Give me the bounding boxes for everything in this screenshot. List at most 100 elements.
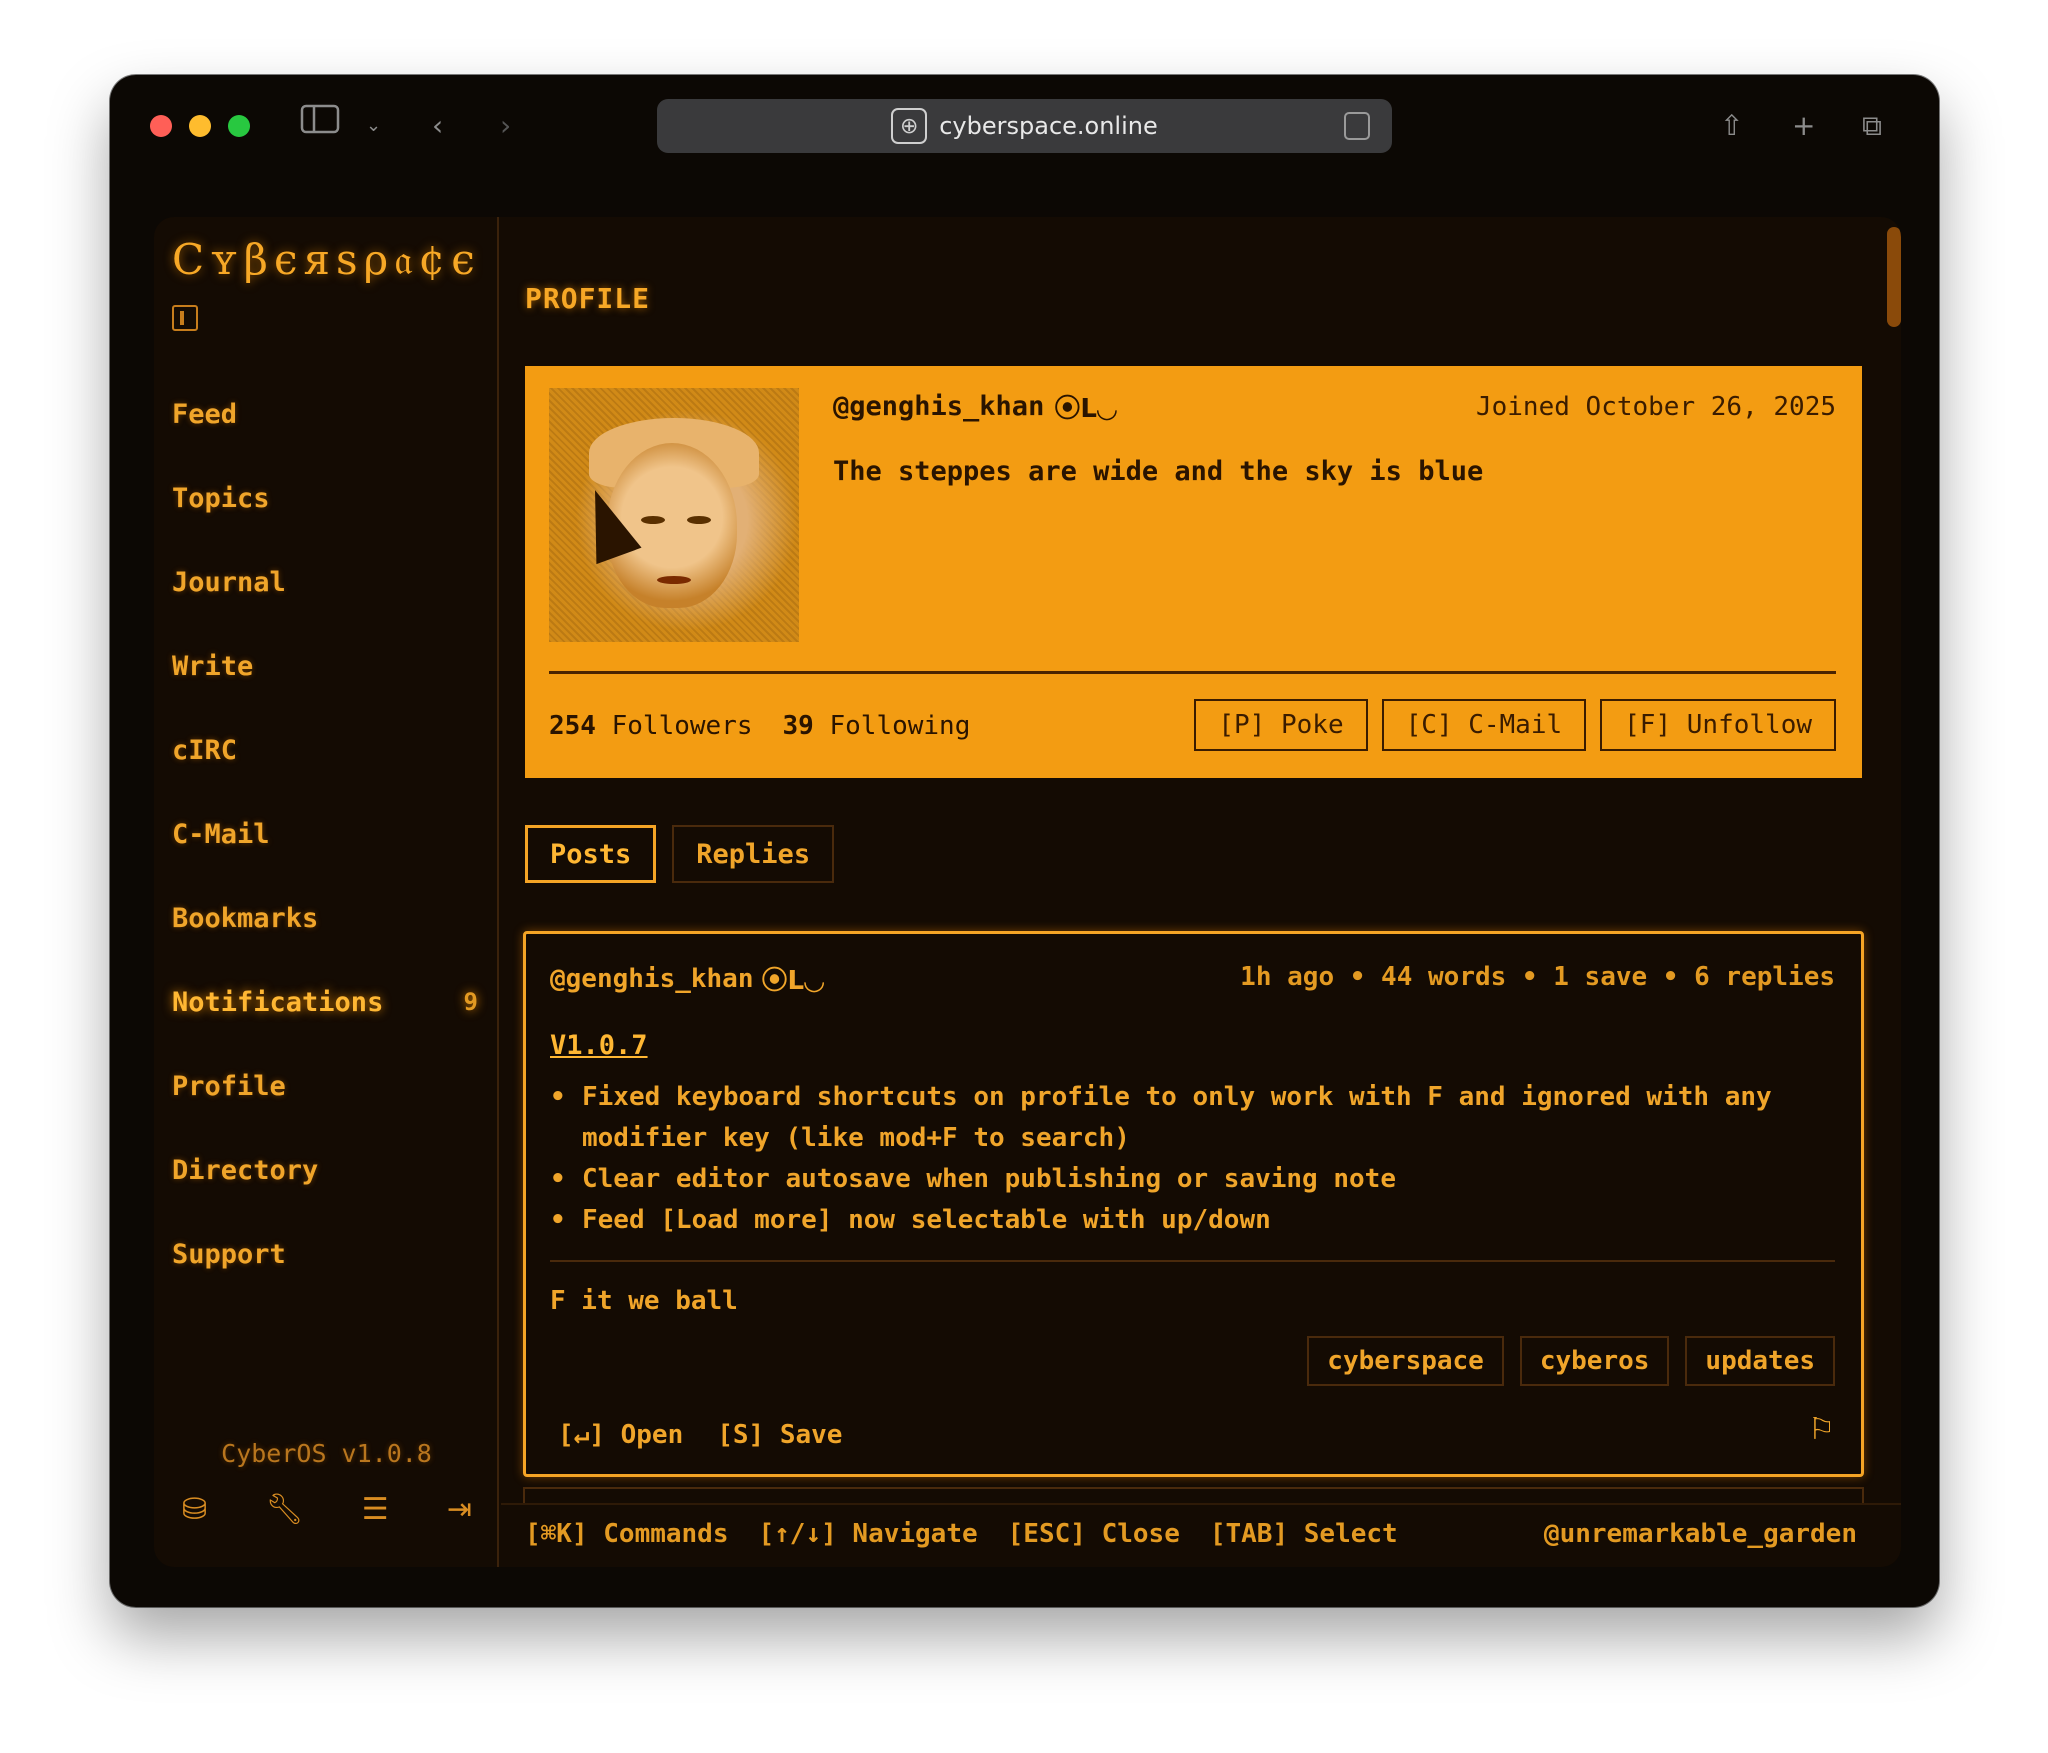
post-body: F it we ball [550,1286,738,1316]
sidebar-item-label: Feed [172,398,238,430]
flag-icon[interactable]: ⚐ [1808,1412,1835,1447]
profile-handle[interactable]: @genghis_khan [833,391,1044,422]
chevron-down-icon[interactable]: ⌄ [366,103,381,149]
sidebar-item-journal[interactable]: Journal [172,540,482,624]
minimize-window-button[interactable] [189,115,211,137]
browser-window: ⌄ ‹ › ⊕ cyberspace.online ⇧ + ⧉ Cʏβєяѕρ𝔞… [110,75,1939,1607]
sidebar-item-label: Profile [172,1070,286,1102]
followers-stat[interactable]: 254 Followers [549,711,753,741]
post-meta: 1h ago • 44 words • 1 save • 6 replies [1240,962,1835,992]
sidebar-item-label: Support [172,1238,286,1270]
save-post-button[interactable]: [S] Save [717,1420,842,1450]
user-badges: ⦿L◡ [1054,394,1117,424]
logo[interactable]: Cʏβєяѕρ𝔞¢є [172,235,481,285]
zoom-window-button[interactable] [228,115,250,137]
tag-updates[interactable]: updates [1685,1336,1835,1386]
database-icon[interactable]: ⛁ [182,1492,207,1527]
sidebar-icon[interactable] [300,103,340,149]
sidebar-item-support[interactable]: Support [172,1212,482,1296]
logout-icon[interactable]: ⇥ [447,1492,472,1527]
post-tags: cyberspace cyberos updates [1307,1336,1835,1386]
page-title: PROFILE [525,282,651,315]
tab-posts[interactable]: Posts [525,825,657,883]
joined-date: Joined October 26, 2025 [1475,392,1836,422]
sidebar-item-label: Bookmarks [172,902,319,934]
address-bar[interactable]: ⊕ cyberspace.online [657,99,1392,153]
followers-label: Followers [611,711,753,741]
avatar [549,388,799,642]
profile-actions: [P] Poke [C] C-Mail [F] Unfollow [1194,699,1836,751]
tabs-overview-icon[interactable]: ⧉ [1862,103,1882,149]
divider [549,671,1836,674]
close-window-button[interactable] [150,115,172,137]
new-tab-icon[interactable]: + [1792,103,1815,149]
unfollow-button[interactable]: [F] Unfollow [1600,699,1836,751]
cmail-button[interactable]: [C] C-Mail [1381,699,1587,751]
sidebar-item-label: cIRC [172,734,238,766]
following-count: 39 [782,711,814,741]
list-item: Feed [Load more] now selectable with up/… [550,1200,1840,1241]
collapse-sidebar-icon[interactable] [172,305,198,331]
post-actions: [↵] Open [S] Save [558,1420,842,1450]
list-item: Clear editor autosave when publishing or… [550,1159,1840,1200]
select-shortcut: [TAB] Select [1209,1519,1398,1549]
sidebar: Cʏβєяѕρ𝔞¢є Feed Topics Journal Write cIR… [154,217,499,1567]
post-author-line: @genghis_khan ⦿L◡ [550,960,824,997]
sidebar-item-label: Topics [172,482,270,514]
forward-icon[interactable]: › [500,103,511,149]
following-stat[interactable]: 39 Following [783,711,971,741]
main-content: PROFILE @genghis_khan ⦿L◡ Joined October… [501,217,1901,1567]
keyboard-shortcuts: [⌘K] Commands [↑/↓] Navigate [ESC] Close… [525,1519,1398,1549]
navigate-shortcut: [↑/↓] Navigate [758,1519,978,1549]
sidebar-item-bookmarks[interactable]: Bookmarks [172,876,482,960]
sidebar-item-feed[interactable]: Feed [172,372,482,456]
sidebar-item-circ[interactable]: cIRC [172,708,482,792]
sidebar-item-profile[interactable]: Profile [172,1044,482,1128]
sidebar-item-label: C-Mail [172,818,270,850]
commands-shortcut[interactable]: [⌘K] Commands [525,1519,729,1549]
back-icon[interactable]: ‹ [432,103,443,149]
sidebar-bottom-toolbar: ⛁ 🔧︎ ☰ ⇥ [182,1492,472,1527]
tag-cyberspace[interactable]: cyberspace [1307,1336,1504,1386]
profile-handle-line: @genghis_khan ⦿L◡ [833,388,1117,425]
menu-icon[interactable]: ☰ [362,1492,389,1527]
follow-stats: 254 Followers 39 Following [549,711,970,741]
reader-icon[interactable] [1344,112,1370,140]
followers-count: 254 [549,711,596,741]
list-item: Fixed keyboard shortcuts on profile to o… [550,1077,1840,1159]
sidebar-nav: Feed Topics Journal Write cIRC C-Mail Bo… [172,372,482,1296]
following-label: Following [829,711,971,741]
open-post-button[interactable]: [↵] Open [558,1420,683,1450]
profile-bio: The steppes are wide and the sky is blue [833,456,1484,487]
post-author[interactable]: @genghis_khan [550,964,754,994]
post-title-link[interactable]: V1.0.7 [550,1030,648,1061]
user-badges: ⦿L◡ [761,966,825,996]
current-user[interactable]: @unremarkable_garden [1544,1519,1857,1549]
sidebar-item-cmail[interactable]: C-Mail [172,792,482,876]
sidebar-item-topics[interactable]: Topics [172,456,482,540]
os-version: CyberOS v1.0.8 [221,1439,432,1468]
cyberspace-app: Cʏβєяѕρ𝔞¢є Feed Topics Journal Write cIR… [154,217,1901,1567]
sidebar-item-label: Notifications [172,986,384,1018]
sidebar-item-label: Directory [172,1154,319,1186]
sidebar-item-write[interactable]: Write [172,624,482,708]
share-icon[interactable]: ⇧ [1720,103,1743,149]
status-bar: [⌘K] Commands [↑/↓] Navigate [ESC] Close… [501,1503,1901,1567]
tag-cyberos[interactable]: cyberos [1519,1336,1670,1386]
profile-tabs: Posts Replies [525,825,835,883]
wrench-icon[interactable]: 🔧︎ [265,1492,303,1527]
sidebar-item-label: Write [172,650,254,682]
sidebar-item-notifications[interactable]: Notifications 9 [172,960,482,1044]
post-card[interactable]: @genghis_khan ⦿L◡ 1h ago • 44 words • 1 … [523,931,1864,1477]
divider [550,1260,1835,1262]
globe-icon: ⊕ [891,108,928,144]
close-shortcut: [ESC] Close [1007,1519,1180,1549]
url-text: cyberspace.online [939,112,1158,140]
scrollbar-thumb[interactable] [1887,227,1901,327]
poke-button[interactable]: [P] Poke [1194,699,1368,751]
sidebar-item-label: Journal [172,566,286,598]
profile-card: @genghis_khan ⦿L◡ Joined October 26, 202… [525,366,1862,778]
tab-replies[interactable]: Replies [672,825,835,883]
post-changelog-list: Fixed keyboard shortcuts on profile to o… [550,1077,1840,1241]
sidebar-item-directory[interactable]: Directory [172,1128,482,1212]
